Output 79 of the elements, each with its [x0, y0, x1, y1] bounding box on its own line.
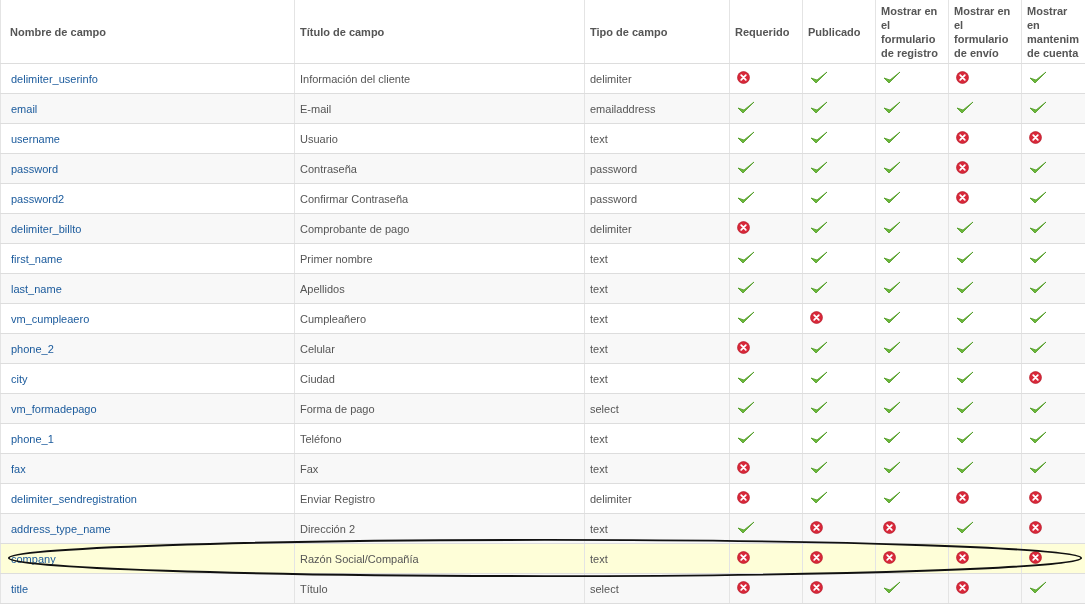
field-type: text	[590, 522, 608, 535]
field-title: Enviar Registro	[300, 492, 376, 505]
field-type: delimiter	[590, 222, 632, 235]
field-title: Forma de pago	[300, 402, 375, 415]
field-name-link[interactable]: city	[11, 372, 28, 385]
field-type: text	[590, 372, 608, 385]
field-title: Teléfono	[300, 432, 342, 445]
field-name-link[interactable]: phone_1	[11, 432, 54, 445]
field-name-link[interactable]: password2	[11, 192, 65, 205]
field-title: Comprobante de pago	[300, 222, 410, 235]
column-header: Tipo de campo	[584, 0, 730, 64]
column-header: Nombre de campo	[0, 0, 295, 64]
field-type: password	[590, 192, 638, 205]
field-name-link[interactable]: address_type_name	[11, 522, 111, 535]
field-name-link[interactable]: company	[11, 552, 56, 565]
field-title: Celular	[300, 342, 335, 355]
field-name-link[interactable]: delimiter_sendregistration	[11, 492, 137, 505]
field-type: delimiter	[590, 72, 632, 85]
table-row[interactable]: vm_formadepago Forma de pago select	[0, 393, 1085, 424]
field-type: text	[590, 252, 608, 265]
field-type: select	[590, 582, 619, 595]
table-row[interactable]: delimiter_billto Comprobante de pago delimiter	[0, 213, 1085, 244]
table-row[interactable]: password2 Confirmar Contraseña password	[0, 183, 1085, 214]
field-title: Cumpleañero	[300, 312, 367, 325]
table-row[interactable]: title Título select	[0, 573, 1085, 604]
field-name-link[interactable]: vm_formadepago	[11, 402, 97, 415]
field-title: Contraseña	[300, 162, 357, 175]
field-title: Apellidos	[300, 282, 345, 295]
field-type: text	[590, 132, 608, 145]
field-type: text	[590, 462, 608, 475]
table-row[interactable]: phone_2 Celular text	[0, 333, 1085, 364]
field-title: Razón Social/Compañía	[300, 552, 419, 565]
field-type: select	[590, 402, 619, 415]
table-row[interactable]: username Usuario text	[0, 123, 1085, 154]
field-name-link[interactable]: last_name	[11, 282, 62, 295]
table-row[interactable]: city Ciudad text	[0, 363, 1085, 394]
field-name-link[interactable]: password	[11, 162, 59, 175]
table-row[interactable]: delimiter_sendregistration Enviar Registro delimiter	[0, 483, 1085, 514]
field-name-link[interactable]: title	[11, 582, 29, 595]
column-header: Publicado	[802, 0, 876, 64]
column-header: Mostrar en el formulario de envío	[948, 0, 1022, 64]
table-row[interactable]: email E-mail emailaddress	[0, 93, 1085, 124]
column-header: Mostrar en el formulario de registro	[875, 0, 949, 64]
field-type: text	[590, 282, 608, 295]
field-name-link[interactable]: first_name	[11, 252, 63, 265]
column-header: Requerido	[729, 0, 803, 64]
field-type: password	[590, 162, 638, 175]
field-title: Dirección 2	[300, 522, 356, 535]
table-row[interactable]: last_name Apellidos text	[0, 273, 1085, 304]
field-name-link[interactable]: delimiter_billto	[11, 222, 82, 235]
table-row[interactable]: fax Fax text	[0, 453, 1085, 484]
field-name-link[interactable]: username	[11, 132, 60, 145]
field-name-link[interactable]: fax	[11, 462, 26, 475]
table-row[interactable]: phone_1 Teléfono text	[0, 423, 1085, 454]
field-name-link[interactable]: phone_2	[11, 342, 54, 355]
field-title: Primer nombre	[300, 252, 373, 265]
field-title: E-mail	[300, 102, 332, 115]
table-row[interactable]: address_type_name Dirección 2 text	[0, 513, 1085, 544]
table-row[interactable]: vm_cumpleaero Cumpleañero text	[0, 303, 1085, 334]
column-header: Mostrar en mantenim de cuenta	[1021, 0, 1085, 64]
field-name-link[interactable]: email	[11, 102, 38, 115]
field-title: Fax	[300, 462, 319, 475]
field-title: Título	[300, 582, 328, 595]
table-row[interactable]: first_name Primer nombre text	[0, 243, 1085, 274]
field-name-link[interactable]: delimiter_userinfo	[11, 72, 98, 85]
field-title: Confirmar Contraseña	[300, 192, 409, 205]
table-row[interactable]: delimiter_userinfo Información del cliente delimiter	[0, 63, 1085, 94]
table-row[interactable]: password Contraseña password	[0, 153, 1085, 184]
field-type: text	[590, 432, 608, 445]
field-name-link[interactable]: vm_cumpleaero	[11, 312, 90, 325]
field-title: Información del cliente	[300, 72, 411, 85]
field-type: text	[590, 552, 608, 565]
field-type: emailaddress	[590, 102, 656, 115]
column-header: Título de campo	[294, 0, 585, 64]
field-title: Ciudad	[300, 372, 335, 385]
field-type: delimiter	[590, 492, 632, 505]
field-title: Usuario	[300, 132, 338, 145]
field-type: text	[590, 342, 608, 355]
field-type: text	[590, 312, 608, 325]
